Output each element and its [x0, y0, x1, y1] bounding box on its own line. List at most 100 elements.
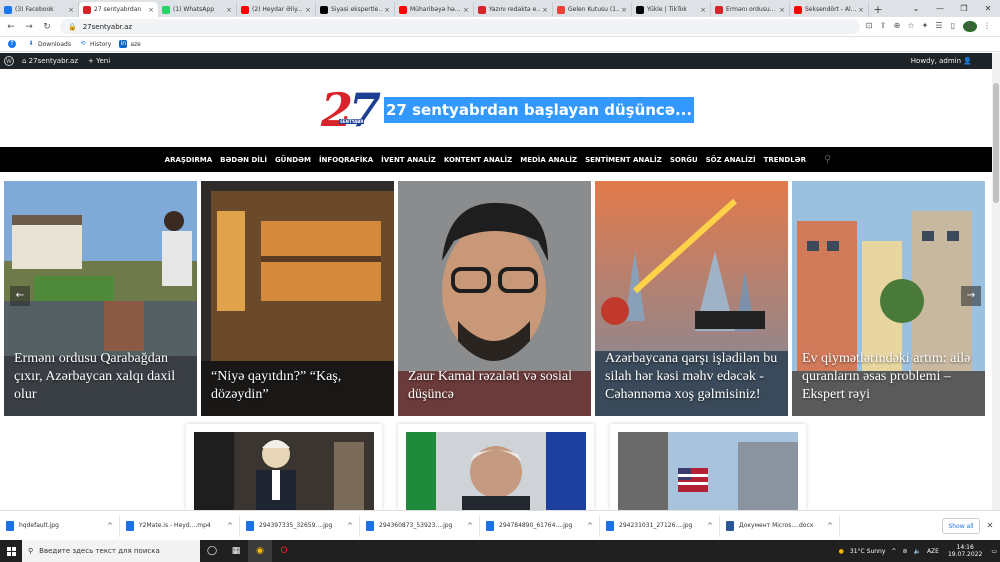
- download-item[interactable]: Документ Micros....docx ^: [720, 514, 840, 537]
- news-card[interactable]: [186, 424, 382, 510]
- tab-close-icon[interactable]: ×: [226, 6, 232, 14]
- reading-list-icon[interactable]: ☰: [932, 21, 946, 32]
- taskbar-search[interactable]: ⚲ Введите здесь текст для поиска: [22, 540, 200, 562]
- chrome-icon[interactable]: ◉: [248, 540, 272, 562]
- download-item[interactable]: 294231031_27126....jpg ^: [600, 514, 720, 537]
- nav-item[interactable]: SORĞU: [670, 156, 698, 164]
- download-menu-icon[interactable]: ^: [467, 522, 473, 530]
- wp-howdy[interactable]: Howdy, admin 👤: [911, 57, 972, 65]
- url-input[interactable]: 🔒 27sentyabr.az: [60, 19, 860, 34]
- tab-close-icon[interactable]: ×: [463, 6, 469, 14]
- maximize-button[interactable]: ❐: [952, 0, 976, 17]
- start-button[interactable]: [0, 540, 22, 562]
- bookmark-downloads[interactable]: ⬇ Downloads: [27, 40, 70, 48]
- nav-item[interactable]: ARAŞDIRMA: [165, 156, 212, 164]
- tab-close-icon[interactable]: ×: [621, 6, 627, 14]
- search-icon[interactable]: ⚲: [824, 154, 831, 165]
- zoom-icon[interactable]: ⊕: [890, 21, 904, 32]
- news-card[interactable]: [398, 424, 594, 510]
- weather-text[interactable]: 31°C Sunny: [850, 548, 886, 555]
- browser-tab[interactable]: (3) Facebook ×: [0, 2, 79, 17]
- close-window-button[interactable]: ✕: [976, 0, 1000, 17]
- wordpress-icon[interactable]: W: [4, 56, 14, 66]
- profile-avatar[interactable]: N: [963, 21, 977, 32]
- nav-item[interactable]: İNFOQRAFİKA: [319, 156, 373, 164]
- nav-item[interactable]: İVENT ANALİZ: [381, 156, 436, 164]
- browser-tab[interactable]: 27 sentyabrdan ×: [79, 2, 158, 17]
- tab-close-icon[interactable]: ×: [700, 6, 706, 14]
- extensions-icon[interactable]: ✦: [918, 21, 932, 32]
- bookmark-facebook[interactable]: f: [8, 40, 19, 48]
- nav-item[interactable]: SÖZ ANALİZİ: [706, 156, 756, 164]
- tab-close-icon[interactable]: ×: [384, 6, 390, 14]
- download-menu-icon[interactable]: ^: [827, 522, 833, 530]
- tab-search-icon[interactable]: ⌄: [904, 0, 928, 17]
- tab-close-icon[interactable]: ×: [542, 6, 548, 14]
- nav-item[interactable]: SENTİMENT ANALİZ: [585, 156, 662, 164]
- show-all-button[interactable]: Show all: [942, 517, 980, 534]
- language-indicator[interactable]: AZE: [927, 548, 939, 555]
- reload-icon[interactable]: ↻: [40, 22, 54, 32]
- nav-item[interactable]: GÜNDƏM: [275, 156, 311, 164]
- browser-tab[interactable]: Gelen Kutusu (1... ×: [553, 2, 632, 17]
- nav-item[interactable]: KONTENT ANALİZ: [444, 156, 512, 164]
- browser-tab[interactable]: (1) WhatsApp ×: [158, 2, 237, 17]
- network-icon[interactable]: ⊜: [902, 548, 907, 555]
- scrollbar-thumb[interactable]: [993, 83, 999, 203]
- new-tab-button[interactable]: +: [869, 2, 887, 17]
- tab-close-icon[interactable]: ×: [68, 6, 74, 14]
- site-logo[interactable]: 27 SENTYABR: [321, 85, 381, 135]
- slider-next-button[interactable]: →: [961, 286, 981, 306]
- widgets-icon[interactable]: ▦: [224, 540, 248, 562]
- forward-icon[interactable]: →: [22, 22, 36, 32]
- slide-1[interactable]: Ermənı ordusu Qarabağdan çıxır, Azərbayc…: [4, 181, 197, 416]
- menu-icon[interactable]: ⋮: [980, 21, 994, 32]
- browser-tab[interactable]: Müharibəyə hə... ×: [395, 2, 474, 17]
- tab-close-icon[interactable]: ×: [305, 6, 311, 14]
- bookmark-history[interactable]: ⟲ History: [79, 40, 111, 48]
- slide-3[interactable]: Zaur Kamal rəzaləti və sosial düşüncə: [398, 181, 591, 416]
- browser-tab[interactable]: Seksendört - Al... ×: [790, 2, 869, 17]
- tab-close-icon[interactable]: ×: [148, 6, 154, 14]
- page-scrollbar[interactable]: [992, 53, 1000, 510]
- bookmark-aze[interactable]: in aze: [119, 40, 141, 48]
- download-item[interactable]: Y2Mate.is - Heyd....mp4 ^: [120, 514, 240, 537]
- download-menu-icon[interactable]: ^: [227, 522, 233, 530]
- share-icon[interactable]: ⇪: [876, 21, 890, 32]
- wp-new-button[interactable]: + Yeni: [88, 57, 110, 65]
- slide-5[interactable]: Ev qiymətlərindəki artım: ailə quranları…: [792, 181, 985, 416]
- slider-prev-button[interactable]: ←: [10, 286, 30, 306]
- download-menu-icon[interactable]: ^: [707, 522, 713, 530]
- download-item[interactable]: hqdefault.jpg ^: [0, 514, 120, 537]
- bookmark-star-icon[interactable]: ☆: [904, 21, 918, 32]
- wp-site-link[interactable]: ⌂ 27sentyabr.az: [22, 57, 78, 65]
- opera-icon[interactable]: O: [272, 540, 296, 562]
- news-card[interactable]: [610, 424, 806, 510]
- close-downloads-icon[interactable]: ✕: [980, 521, 1000, 530]
- sidepanel-icon[interactable]: ▯: [946, 21, 960, 32]
- browser-tab[interactable]: (2) Heydar Əliy... ×: [237, 2, 316, 17]
- download-menu-icon[interactable]: ^: [107, 522, 113, 530]
- browser-tab[interactable]: Yükle | TikTok ×: [632, 2, 711, 17]
- nav-item[interactable]: BƏDƏN DİLİ: [220, 156, 267, 164]
- browser-tab[interactable]: Yazını redaktə e... ×: [474, 2, 553, 17]
- notifications-icon[interactable]: ▭: [991, 548, 997, 555]
- nav-item[interactable]: MEDİA ANALİZ: [520, 156, 577, 164]
- slide-2[interactable]: “Niyə qayıtdın?” “Kaş, dözəydin”: [201, 181, 394, 416]
- browser-tab[interactable]: Siyasi ekspertle... ×: [316, 2, 395, 17]
- tab-close-icon[interactable]: ×: [779, 6, 785, 14]
- browser-tab[interactable]: Ermənı ordusu... ×: [711, 2, 790, 17]
- clock[interactable]: 14:16 19.07.2022: [948, 544, 982, 558]
- volume-icon[interactable]: 🔈: [913, 548, 920, 555]
- slide-4[interactable]: Azərbaycana qarşı işlədilən bu silah hər…: [595, 181, 788, 416]
- back-icon[interactable]: ←: [4, 22, 18, 32]
- minimize-button[interactable]: —: [928, 0, 952, 17]
- download-menu-icon[interactable]: ^: [587, 522, 593, 530]
- nav-item[interactable]: TRENDLƏR: [764, 156, 806, 164]
- download-item[interactable]: 294784890_61764....jpg ^: [480, 514, 600, 537]
- tab-close-icon[interactable]: ×: [858, 6, 864, 14]
- download-item[interactable]: 294360873_53923....jpg ^: [360, 514, 480, 537]
- download-item[interactable]: 294397335_32659....jpg ^: [240, 514, 360, 537]
- translate-icon[interactable]: ⊡: [862, 21, 876, 32]
- download-menu-icon[interactable]: ^: [347, 522, 353, 530]
